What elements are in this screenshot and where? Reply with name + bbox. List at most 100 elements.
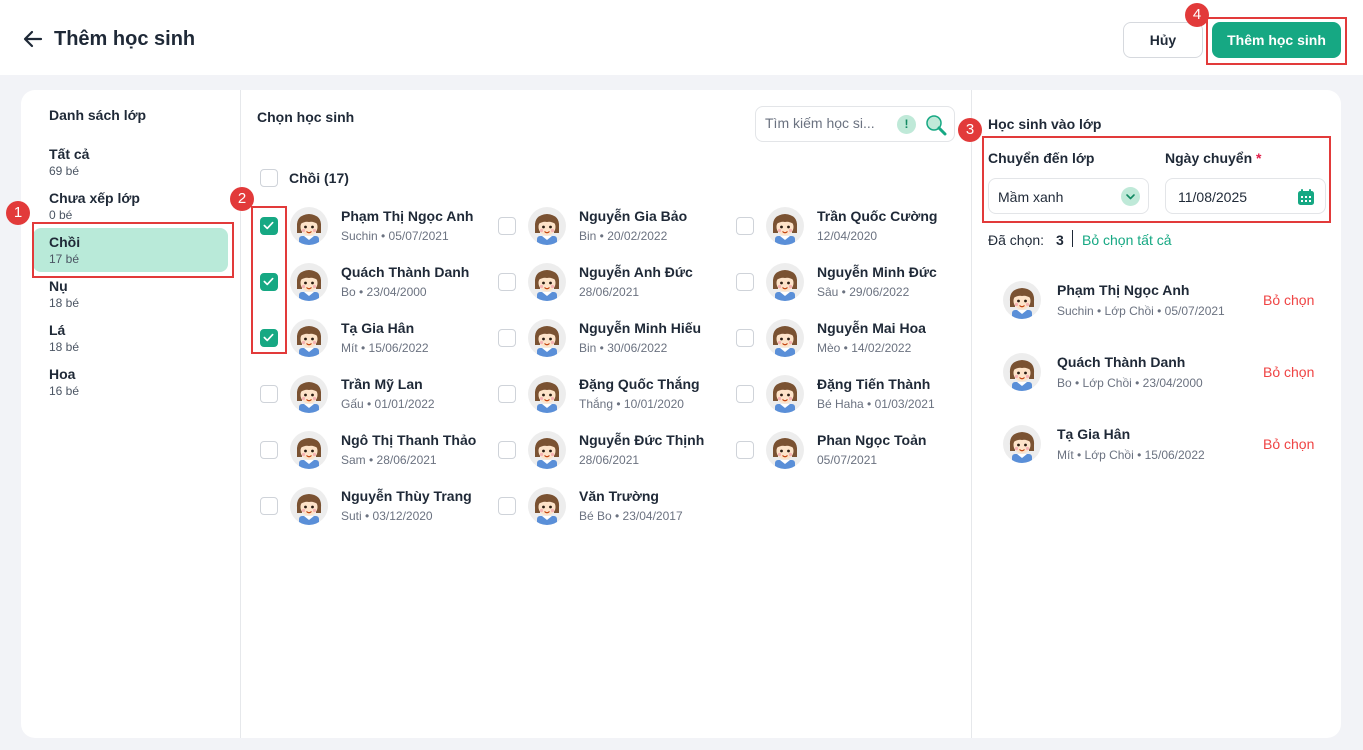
student-checkbox[interactable]	[498, 329, 516, 347]
chosen-count: 3	[1056, 232, 1064, 248]
student-avatar	[290, 375, 328, 413]
back-arrow-icon[interactable]	[22, 28, 44, 50]
student-checkbox[interactable]	[736, 217, 754, 235]
student-avatar	[528, 487, 566, 525]
info-icon[interactable]: !	[897, 115, 916, 134]
student-name: Nguyễn Minh Hiếu	[579, 320, 702, 336]
remove-button[interactable]: Bỏ chọn	[1263, 436, 1314, 452]
class-name: Lá	[49, 322, 66, 338]
student-name: Trần Mỹ Lan	[341, 376, 423, 392]
chosen-label: Đã chọn:	[988, 232, 1045, 248]
cancel-button[interactable]: Hủy	[1123, 22, 1203, 58]
class-name: Nụ	[49, 278, 68, 294]
group-label: Chồi (17)	[289, 170, 349, 186]
student-avatar	[290, 207, 328, 245]
student-meta: 28/06/2021	[579, 453, 640, 467]
student-meta: 12/04/2020	[817, 229, 878, 243]
student-name: Nguyễn Mai Hoa	[817, 320, 926, 336]
selected-name: Quách Thành Danh	[1057, 354, 1186, 370]
student-checkbox[interactable]	[498, 385, 516, 403]
student-avatar	[528, 375, 566, 413]
separator	[1072, 230, 1073, 247]
student-avatar	[290, 431, 328, 469]
student-checkbox[interactable]	[498, 217, 516, 235]
student-meta: Mèo • 14/02/2022	[817, 341, 912, 355]
selected-avatar	[1003, 281, 1041, 319]
highlight-box-3	[982, 136, 1331, 223]
class-item[interactable]: Tất cả 69 bé	[33, 140, 228, 184]
search-icon[interactable]	[925, 114, 947, 136]
student-checkbox[interactable]	[736, 385, 754, 403]
student-name: Trần Quốc Cường	[817, 208, 938, 224]
student-meta: Bin • 30/06/2022	[579, 341, 668, 355]
highlight-box-2	[251, 206, 287, 354]
class-item[interactable]: Hoa 16 bé	[33, 360, 228, 404]
student-checkbox[interactable]	[260, 497, 278, 515]
student-checkbox[interactable]	[260, 385, 278, 403]
class-item[interactable]: Nụ 18 bé	[33, 272, 228, 316]
student-meta: Gấu • 01/01/2022	[341, 397, 435, 411]
student-name: Nguyễn Anh Đức	[579, 264, 693, 280]
student-meta: Bé Haha • 01/03/2021	[817, 397, 935, 411]
student-checkbox[interactable]	[498, 273, 516, 291]
student-avatar	[766, 431, 804, 469]
top-bar: Thêm học sinh Hủy Thêm học sinh	[0, 0, 1363, 75]
highlight-box-1	[32, 222, 234, 278]
student-avatar	[290, 319, 328, 357]
search-input[interactable]	[765, 115, 895, 131]
student-name: Tạ Gia Hân	[341, 320, 415, 336]
selected-meta: Bo • Lớp Chồi • 23/04/2000	[1057, 376, 1203, 390]
select-all-checkbox[interactable]	[260, 169, 278, 187]
class-count: 69 bé	[49, 164, 80, 178]
class-item[interactable]: Lá 18 bé	[33, 316, 228, 360]
student-meta: Sam • 28/06/2021	[341, 453, 437, 467]
student-avatar	[290, 487, 328, 525]
highlight-box-4	[1206, 17, 1347, 65]
student-avatar	[766, 263, 804, 301]
selected-avatar	[1003, 425, 1041, 463]
student-checkbox[interactable]	[736, 441, 754, 459]
transfer-title: Học sinh vào lớp	[988, 116, 1102, 132]
student-name: Văn Trường	[579, 488, 659, 504]
student-name: Nguyễn Gia Bảo	[579, 208, 688, 224]
student-name: Đặng Tiến Thành	[817, 376, 931, 392]
student-avatar	[528, 263, 566, 301]
student-name: Nguyễn Thùy Trang	[341, 488, 472, 504]
student-meta: 05/07/2021	[817, 453, 878, 467]
class-count: 18 bé	[49, 340, 80, 354]
student-checkbox[interactable]	[736, 329, 754, 347]
student-avatar	[528, 207, 566, 245]
remove-button[interactable]: Bỏ chọn	[1263, 292, 1314, 308]
student-checkbox[interactable]	[260, 441, 278, 459]
student-checkbox[interactable]	[498, 441, 516, 459]
student-avatar	[766, 375, 804, 413]
student-meta: Suchin • 05/07/2021	[341, 229, 449, 243]
selected-avatar	[1003, 353, 1041, 391]
student-name: Ngô Thị Thanh Thảo	[341, 432, 477, 448]
remove-button[interactable]: Bỏ chọn	[1263, 364, 1314, 380]
step-badge-4: 4	[1185, 3, 1209, 27]
student-name: Phạm Thị Ngọc Anh	[341, 208, 474, 224]
student-avatar	[766, 319, 804, 357]
student-meta: Suti • 03/12/2020	[341, 509, 433, 523]
divider	[971, 90, 972, 738]
student-checkbox[interactable]	[498, 497, 516, 515]
selected-name: Tạ Gia Hân	[1057, 426, 1131, 442]
class-count: 0 bé	[49, 208, 73, 222]
student-checkbox[interactable]	[736, 273, 754, 291]
student-meta: Thắng • 10/01/2020	[579, 397, 684, 411]
class-count: 18 bé	[49, 296, 80, 310]
student-avatar	[290, 263, 328, 301]
student-meta: Mít • 15/06/2022	[341, 341, 429, 355]
page-title: Thêm học sinh	[54, 28, 196, 50]
class-list-title: Danh sách lớp	[49, 107, 147, 123]
selected-name: Phạm Thị Ngọc Anh	[1057, 282, 1190, 298]
class-count: 16 bé	[49, 384, 80, 398]
class-name: Chưa xếp lớp	[49, 190, 140, 206]
student-meta: Bin • 20/02/2022	[579, 229, 668, 243]
class-name: Tất cả	[49, 146, 90, 162]
student-search: !	[755, 106, 955, 142]
student-avatar	[528, 431, 566, 469]
clear-all-link[interactable]: Bỏ chọn tất cả	[1082, 232, 1172, 248]
student-avatar	[528, 319, 566, 357]
